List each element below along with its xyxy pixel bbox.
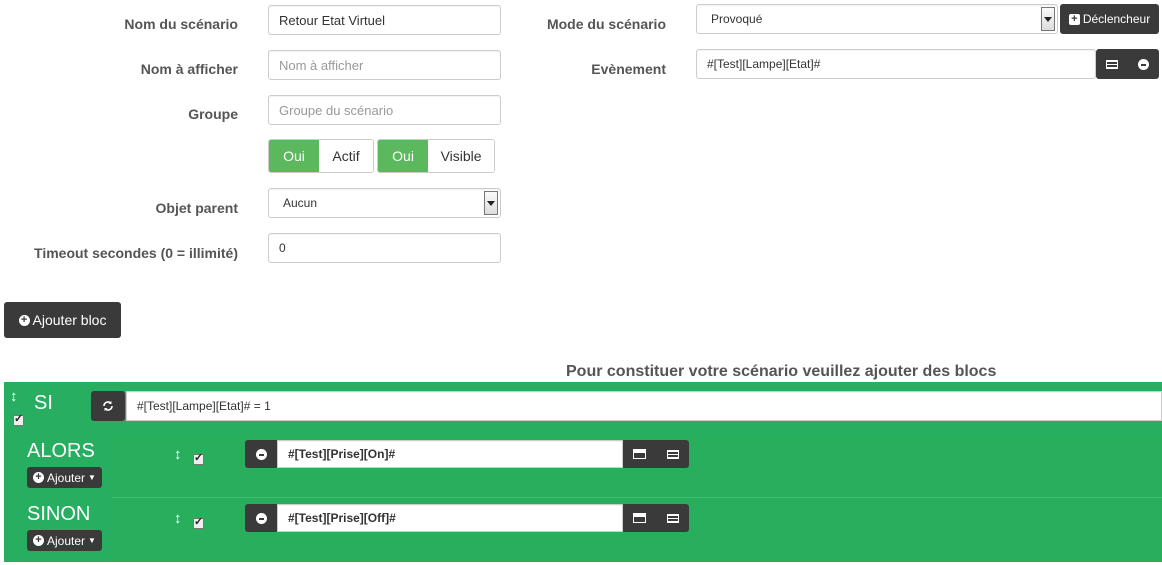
sinon-remove-button[interactable]: [245, 504, 277, 532]
trigger-button-label: Déclencheur: [1082, 12, 1151, 26]
plus-circle-icon: +: [33, 472, 45, 483]
add-block-button[interactable]: + Ajouter bloc: [4, 302, 121, 338]
active-toggle-label[interactable]: Actif: [319, 140, 373, 172]
active-toggle-on[interactable]: Oui: [269, 140, 320, 172]
plus-circle-icon: +: [18, 314, 30, 326]
timeout-input[interactable]: 0: [268, 233, 501, 263]
scenario-name-value: Retour Etat Virtuel: [279, 12, 385, 28]
alors-remove-button[interactable]: [245, 440, 277, 468]
trigger-button[interactable]: + Déclencheur: [1060, 4, 1159, 34]
display-name-label: Nom à afficher: [140, 61, 238, 77]
caret-down-icon: ▼: [88, 473, 96, 482]
sinon-list-button[interactable]: [656, 504, 689, 532]
caret-down-icon: ▼: [88, 536, 96, 545]
scenario-name-label: Nom du scénario: [124, 16, 238, 32]
sinon-add-label: Ajouter: [47, 533, 86, 548]
event-remove-button[interactable]: [1128, 49, 1159, 79]
parent-object-value: Aucun: [283, 196, 318, 210]
chevron-down-icon[interactable]: [1041, 7, 1055, 31]
sinon-label: SINON: [27, 503, 91, 525]
parent-object-select[interactable]: Aucun: [268, 188, 501, 218]
si-label: SI: [34, 392, 53, 414]
group-placeholder: Groupe du scénario: [279, 102, 394, 118]
list-icon: [666, 513, 679, 523]
active-toggle[interactable]: Oui Actif: [268, 139, 374, 173]
event-label: Evènement: [591, 61, 666, 77]
sinon-select-button[interactable]: [623, 504, 656, 532]
group-input[interactable]: Groupe du scénario: [268, 95, 501, 125]
sub-block-divider: [112, 497, 1162, 498]
parent-object-label: Objet parent: [155, 200, 238, 216]
event-input[interactable]: #[Test][Lampe][Etat]#: [696, 49, 1096, 79]
add-block-label: Ajouter bloc: [32, 312, 107, 328]
info-message: Pour constituer votre scénario veuillez …: [566, 363, 997, 380]
move-handle-icon[interactable]: ↕: [174, 510, 182, 527]
mode-value: Provoqué: [711, 12, 763, 26]
refresh-icon: [103, 401, 113, 411]
display-name-input[interactable]: Nom à afficher: [268, 50, 501, 80]
list-icon: [1106, 59, 1118, 69]
visible-toggle[interactable]: Oui Visible: [377, 139, 495, 173]
mode-select[interactable]: Provoqué: [696, 4, 1058, 34]
event-value: #[Test][Lampe][Etat]#: [707, 57, 821, 71]
plus-square-icon: +: [1068, 13, 1080, 25]
alors-action-input[interactable]: #[Test][Prise][On]#: [277, 440, 623, 468]
list-icon: [666, 449, 679, 459]
sinon-enable-checkbox[interactable]: [193, 515, 204, 529]
alors-list-button[interactable]: [656, 440, 689, 468]
group-label: Groupe: [188, 106, 238, 122]
chevron-down-icon[interactable]: [484, 191, 498, 215]
display-name-placeholder: Nom à afficher: [279, 57, 364, 73]
sinon-add-button[interactable]: + Ajouter ▼: [27, 530, 102, 551]
minus-circle-icon: [255, 448, 267, 460]
condition-value: #[Test][Lampe][Etat]# = 1: [137, 399, 271, 413]
card-icon: [633, 449, 646, 459]
event-list-button[interactable]: [1096, 49, 1128, 79]
alors-action-value: #[Test][Prise][On]#: [288, 447, 396, 461]
alors-add-label: Ajouter: [47, 470, 86, 485]
alors-add-button[interactable]: + Ajouter ▼: [27, 467, 102, 488]
plus-circle-icon: +: [33, 535, 45, 546]
si-enable-checkbox[interactable]: [13, 412, 24, 426]
mode-label: Mode du scénario: [546, 16, 666, 32]
alors-label: ALORS: [27, 440, 95, 462]
card-icon: [633, 513, 646, 523]
alors-enable-checkbox[interactable]: [193, 451, 204, 465]
move-handle-icon[interactable]: ↕: [174, 446, 182, 463]
move-handle-icon[interactable]: ↕: [10, 388, 18, 405]
condition-input[interactable]: #[Test][Lampe][Etat]# = 1: [126, 391, 1162, 421]
timeout-label: Timeout secondes (0 = illimité): [34, 245, 238, 261]
alors-select-button[interactable]: [623, 440, 656, 468]
condition-refresh-button[interactable]: [91, 391, 125, 421]
timeout-value: 0: [279, 241, 286, 255]
sinon-action-value: #[Test][Prise][Off]#: [288, 511, 396, 525]
visible-toggle-on[interactable]: Oui: [378, 140, 429, 172]
sinon-action-input[interactable]: #[Test][Prise][Off]#: [277, 504, 623, 532]
minus-circle-icon: [1138, 58, 1149, 70]
scenario-name-input[interactable]: Retour Etat Virtuel: [268, 5, 501, 35]
minus-circle-icon: [255, 512, 267, 524]
visible-toggle-label[interactable]: Visible: [428, 140, 494, 172]
